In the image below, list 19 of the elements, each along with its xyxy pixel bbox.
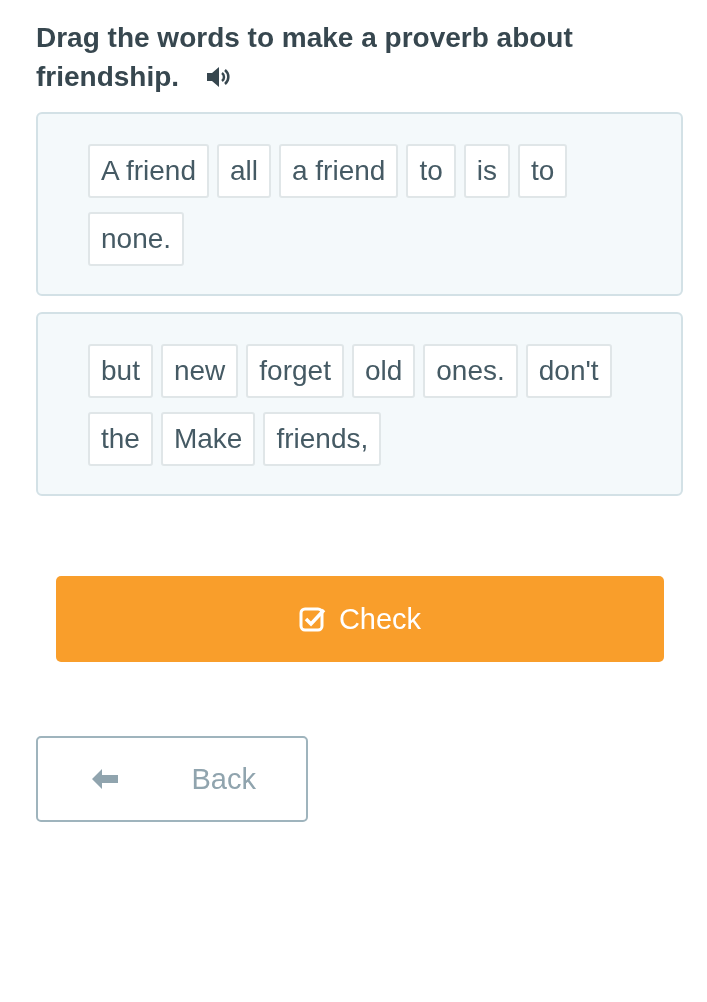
word-tile[interactable]: the [88,412,153,466]
word-tile[interactable]: friends, [263,412,382,466]
word-tile[interactable]: all [216,144,271,198]
word-tile[interactable]: old [351,344,416,398]
arrow-left-icon [90,767,120,791]
word-tile[interactable]: a friend [278,144,399,198]
word-tile[interactable]: forget [246,344,344,398]
word-tile[interactable]: but [88,344,153,398]
word-tile[interactable]: is [463,144,510,198]
instruction-text: Drag the words to make a proverb about friendship. [36,21,574,94]
word-tile[interactable]: to [517,144,568,198]
word-tile[interactable]: A friend [88,144,209,198]
word-tile[interactable]: Make [160,412,256,466]
word-tile[interactable]: none. [88,212,185,266]
word-tile[interactable]: to [406,144,456,198]
word-tile[interactable]: ones. [423,344,518,398]
word-tile[interactable]: don't [525,344,612,398]
checkbox-icon [298,605,327,633]
word-tile[interactable]: new [160,344,239,398]
